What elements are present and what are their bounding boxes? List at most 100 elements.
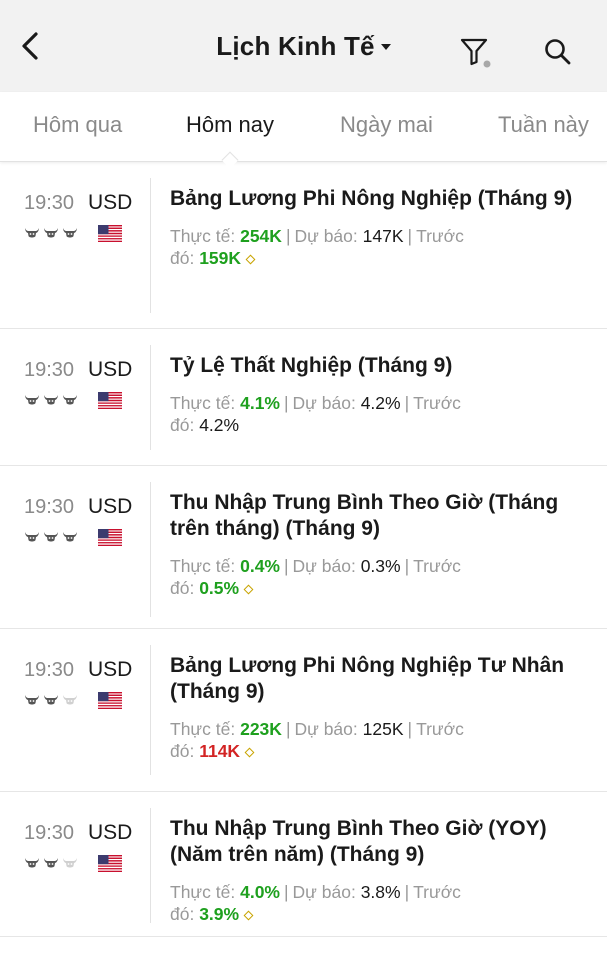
separator: |	[407, 719, 413, 739]
importance-bull-icon	[43, 530, 59, 542]
us-flag-icon	[98, 692, 122, 709]
column-divider	[150, 345, 151, 450]
event-row[interactable]: 19:30 USD Bảng Lương Phi Nông Nghiệp Tư Nh…	[0, 629, 607, 792]
filter-button[interactable]	[453, 30, 497, 74]
event-time: 19:30	[24, 359, 75, 381]
top-bar: Lịch Kinh Tế	[0, 0, 607, 92]
event-title: Bảng Lương Phi Nông Nghiệp Tư Nhân (Thán…	[170, 654, 565, 703]
actual-label: Thực tế:	[170, 226, 236, 246]
importance-rating	[24, 856, 78, 868]
event-stats: Thực tế: 0.4% | Dự báo: 0.3% | Trước đó: 0.5%	[170, 555, 590, 599]
forecast-label: Dự báo:	[292, 556, 356, 576]
search-button[interactable]	[536, 30, 580, 74]
event-row[interactable]: 19:30 USD Thu Nhập Trung Bình Theo Giờ (YO…	[0, 792, 607, 937]
separator: |	[283, 882, 289, 902]
event-currency: USD	[88, 658, 133, 681]
previous-label-cont: đó:	[170, 904, 195, 924]
revised-diamond-icon	[245, 254, 256, 265]
tab-today[interactable]: Hôm nay	[186, 112, 274, 138]
us-flag-icon	[98, 225, 122, 242]
back-button[interactable]	[10, 26, 50, 66]
actual-value: 223K	[240, 719, 282, 739]
importance-rating	[24, 693, 78, 705]
importance-bull-icon	[62, 693, 78, 705]
importance-bull-icon	[43, 226, 59, 238]
column-divider	[150, 808, 151, 923]
revised-diamond-icon	[243, 584, 254, 595]
importance-bull-icon	[62, 226, 78, 238]
us-flag-icon	[98, 529, 122, 546]
separator: |	[283, 393, 289, 413]
tab-yesterday[interactable]: Hôm qua	[33, 112, 122, 138]
search-icon	[545, 39, 571, 65]
importance-bull-icon	[62, 530, 78, 542]
previous-label: Trước	[413, 393, 461, 413]
importance-rating	[24, 226, 78, 238]
actual-label: Thực tế:	[170, 882, 236, 902]
column-divider	[150, 178, 151, 313]
importance-bull-icon	[24, 226, 40, 238]
date-tabs: Hôm qua Hôm nay Ngày mai Tuần này	[0, 92, 607, 169]
tab-this-week[interactable]: Tuần này	[498, 112, 589, 138]
event-currency: USD	[88, 821, 133, 844]
event-stats: Thực tế: 254K | Dự báo: 147K | Trước đó: 159K	[170, 225, 590, 269]
separator: |	[285, 719, 291, 739]
forecast-value: 125K	[362, 719, 404, 739]
event-title: Tỷ Lệ Thất Nghiệp (Tháng 9)	[170, 354, 453, 377]
revised-diamond-icon	[243, 910, 254, 921]
previous-value: 3.9%	[199, 904, 240, 924]
filter-icon	[460, 38, 491, 68]
previous-label: Trước	[416, 226, 464, 246]
forecast-label: Dự báo:	[294, 226, 358, 246]
event-details: Bảng Lương Phi Nông Nghiệp (Tháng 9) Thực…	[170, 186, 590, 269]
actual-value: 4.0%	[240, 882, 280, 902]
revised-diamond-icon	[244, 747, 255, 758]
event-currency: USD	[88, 358, 133, 381]
calendar-title-dropdown[interactable]: Lịch Kinh Tế	[216, 30, 391, 62]
column-divider	[150, 645, 151, 775]
separator: |	[285, 226, 291, 246]
event-currency: USD	[88, 495, 133, 518]
importance-bull-icon	[43, 693, 59, 705]
actual-value: 254K	[240, 226, 282, 246]
forecast-value: 4.2%	[360, 393, 401, 413]
separator: |	[283, 556, 289, 576]
us-flag-icon	[98, 855, 122, 872]
importance-bull-icon	[24, 856, 40, 868]
previous-value: 0.5%	[199, 578, 240, 598]
chevron-left-icon	[22, 32, 38, 60]
tab-tomorrow[interactable]: Ngày mai	[340, 112, 433, 138]
importance-rating	[24, 393, 78, 405]
event-row[interactable]: 19:30 USD Tỷ Lệ Thất Nghiệp (Tháng 9) Thực …	[0, 329, 607, 466]
actual-value: 4.1%	[240, 393, 280, 413]
previous-value: 159K	[199, 248, 242, 268]
importance-rating	[24, 530, 78, 542]
forecast-label: Dự báo:	[294, 719, 358, 739]
forecast-label: Dự báo:	[292, 393, 356, 413]
previous-label-cont: đó:	[170, 578, 195, 598]
previous-label: Trước	[416, 719, 464, 739]
caret-down-icon	[380, 44, 391, 50]
previous-label-cont: đó:	[170, 741, 195, 761]
separator: |	[407, 226, 413, 246]
importance-bull-icon	[24, 693, 40, 705]
previous-value: 4.2%	[199, 415, 240, 435]
forecast-value: 0.3%	[360, 556, 401, 576]
importance-bull-icon	[43, 856, 59, 868]
separator: |	[404, 556, 410, 576]
us-flag-icon	[98, 392, 122, 409]
importance-bull-icon	[62, 856, 78, 868]
event-title: Bảng Lương Phi Nông Nghiệp (Tháng 9)	[170, 187, 573, 210]
separator: |	[404, 393, 410, 413]
actual-label: Thực tế:	[170, 556, 236, 576]
event-time: 19:30	[24, 822, 75, 844]
event-list: 19:30 USD Bảng Lương Phi Nông Nghiệp (Thán…	[0, 162, 607, 937]
event-row[interactable]: 19:30 USD Thu Nhập Trung Bình Theo Giờ (Th…	[0, 466, 607, 629]
page-title: Lịch Kinh Tế	[216, 30, 375, 61]
actual-value: 0.4%	[240, 556, 280, 576]
previous-label-cont: đó:	[170, 248, 195, 268]
actual-label: Thực tế:	[170, 393, 236, 413]
event-stats: Thực tế: 4.1% | Dự báo: 4.2% | Trước đó: 4.2%	[170, 392, 590, 436]
actual-label: Thực tế:	[170, 719, 236, 739]
event-row[interactable]: 19:30 USD Bảng Lương Phi Nông Nghiệp (Thán…	[0, 162, 607, 329]
